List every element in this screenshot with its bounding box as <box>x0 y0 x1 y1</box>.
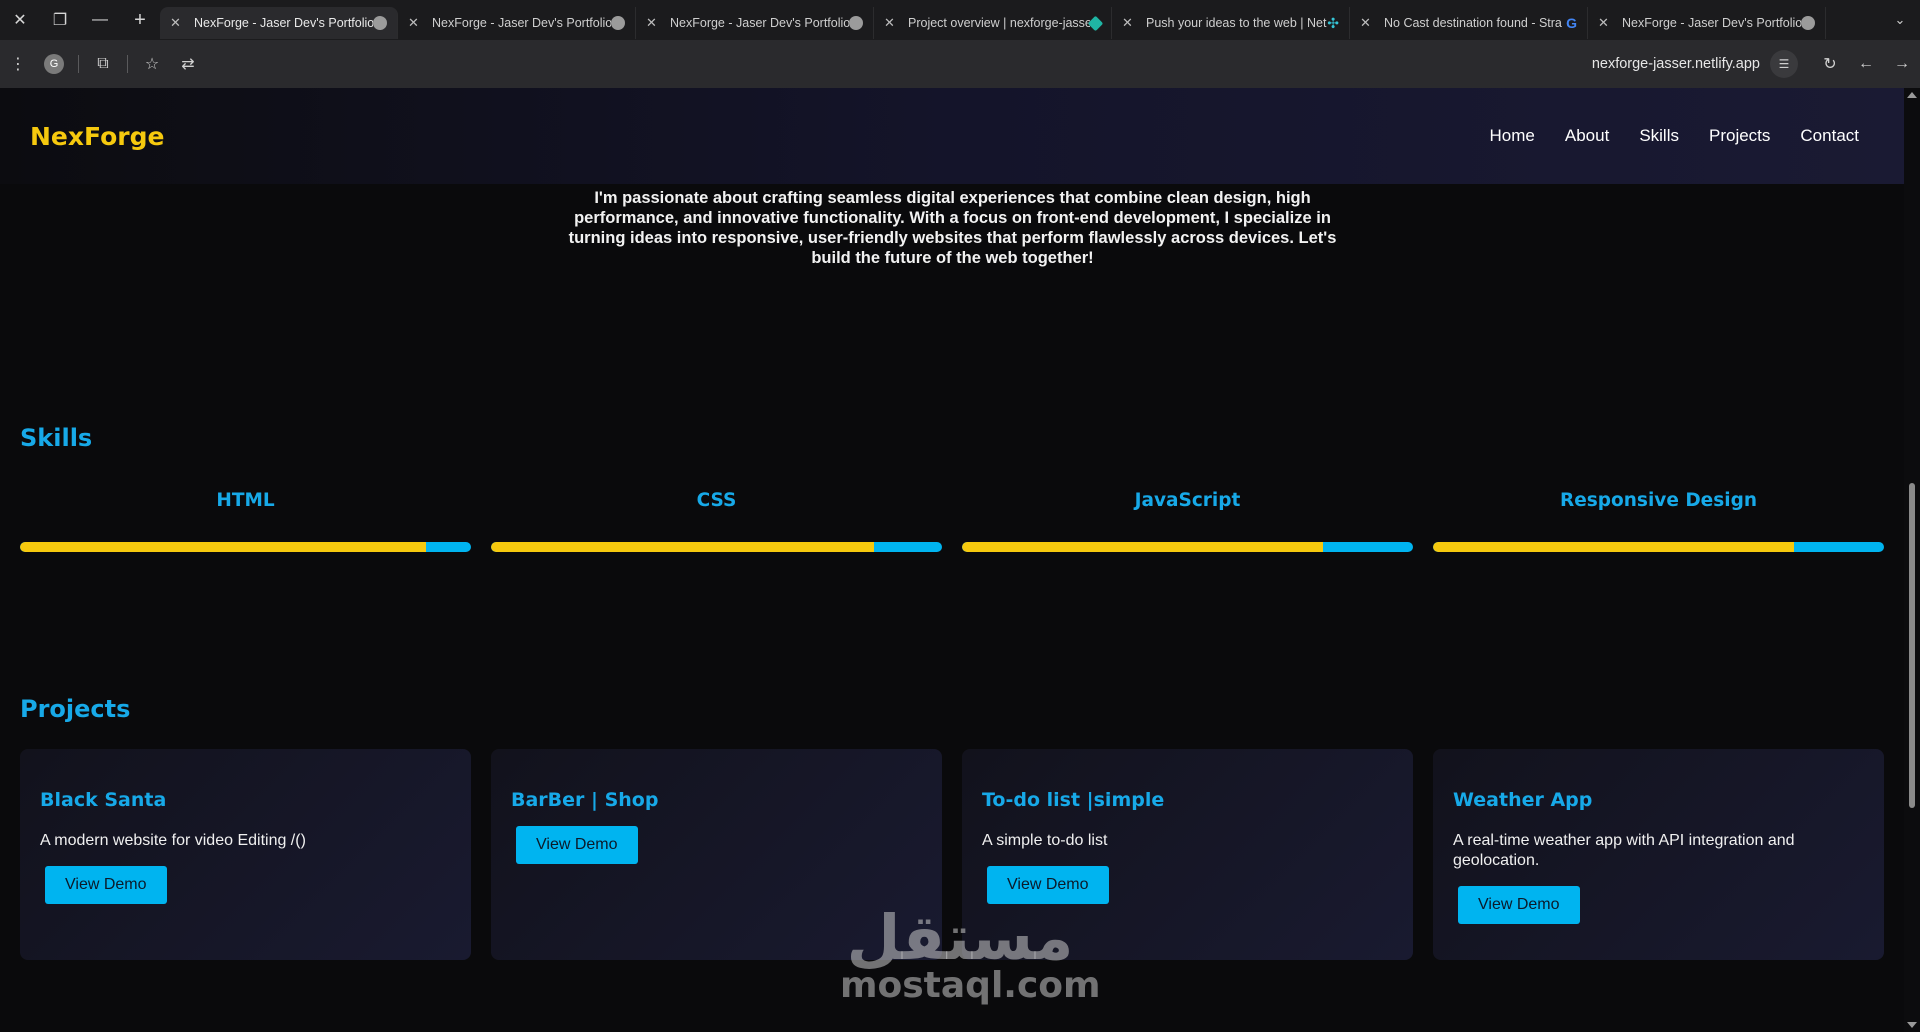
skill-name: CSS <box>696 490 737 511</box>
skill-name: JavaScript <box>1134 490 1241 511</box>
nav-link-home[interactable]: Home <box>1490 126 1535 146</box>
watermark-latin: mostaql.com <box>840 965 1101 1006</box>
skill-name: HTML <box>216 490 275 511</box>
tab-title: NexForge - Jaser Dev's Portfolio <box>194 16 373 30</box>
translate-icon[interactable]: ⇄ <box>170 46 206 82</box>
tab-close-icon[interactable]: ✕ <box>408 15 426 31</box>
netlify-spark-icon: ✣ <box>1327 14 1339 31</box>
view-demo-button[interactable]: View Demo <box>516 826 638 864</box>
view-demo-button[interactable]: View Demo <box>987 866 1109 904</box>
globe-icon <box>373 16 387 30</box>
project-description: A real-time weather app with API integra… <box>1453 832 1795 869</box>
window-minimize-icon[interactable]: — <box>80 0 120 40</box>
new-tab-button[interactable]: + <box>120 0 160 40</box>
about-paragraph: I'm passionate about crafting seamless d… <box>568 189 1337 267</box>
browser-tab[interactable]: ✕ NexForge - Jaser Dev's Portfolio <box>636 7 874 39</box>
globe-icon <box>611 16 625 30</box>
main-nav: Home About Skills Projects Contact <box>1490 126 1859 146</box>
tab-close-icon[interactable]: ✕ <box>1360 15 1378 31</box>
bookmark-star-icon[interactable]: ☆ <box>134 46 170 82</box>
watermark: مستقل mostaql.com <box>840 901 1101 1006</box>
site-header: NexForge Home About Skills Projects Contact <box>0 88 1904 184</box>
tab-search-chevron-icon[interactable]: ⌄ <box>1880 12 1920 28</box>
tab-title: NexForge - Jaser Dev's Portfolio <box>670 16 849 30</box>
tab-title: Project overview | nexforge-jasser <box>908 16 1090 30</box>
project-title: Black Santa <box>40 789 167 811</box>
skills-heading: Skills <box>20 424 93 452</box>
address-bar[interactable]: nexforge-jasser.netlify.app ☰ ↻ ← → <box>1592 46 1920 82</box>
browser-tab[interactable]: ✕ NexForge - Jaser Dev's Portfolio <box>1588 7 1826 39</box>
skill-progress-fill <box>20 542 426 552</box>
browser-tab[interactable]: ✕ No Cast destination found - Stra G <box>1350 7 1588 39</box>
tab-close-icon[interactable]: ✕ <box>1598 15 1616 31</box>
globe-icon <box>1801 16 1815 30</box>
menu-dots-icon[interactable]: ⋮ <box>0 46 36 82</box>
tab-close-icon[interactable]: ✕ <box>170 15 188 31</box>
view-demo-button[interactable]: View Demo <box>1458 886 1580 924</box>
skill-item: JavaScript <box>962 490 1413 552</box>
window-close-icon[interactable]: ✕ <box>0 0 40 40</box>
skill-progress-bar <box>491 542 942 552</box>
tab-close-icon[interactable]: ✕ <box>1122 15 1140 31</box>
skill-item: CSS <box>491 490 942 552</box>
browser-tab-bar: ✕ ❐ — + ✕ NexForge - Jaser Dev's Portfoli… <box>0 0 1920 40</box>
skill-progress-fill <box>962 542 1323 552</box>
page-scrollbar[interactable] <box>1904 88 1920 1032</box>
scroll-up-arrow-icon[interactable] <box>1907 92 1917 98</box>
browser-tab[interactable]: ✕ Project overview | nexforge-jasser <box>874 7 1112 39</box>
skill-item: HTML <box>20 490 471 552</box>
tab-close-icon[interactable]: ✕ <box>884 15 902 31</box>
skill-progress-bar <box>20 542 471 552</box>
scroll-thumb[interactable] <box>1909 483 1915 808</box>
tab-title: Push your ideas to the web | Netlify <box>1146 16 1328 30</box>
browser-tab[interactable]: ✕ NexForge - Jaser Dev's Portfolio <box>398 7 636 39</box>
project-description: A simple to-do list <box>982 832 1108 849</box>
toolbar-divider <box>127 55 128 73</box>
browser-tab[interactable]: ✕ Push your ideas to the web | Netlify ✣ <box>1112 7 1350 39</box>
tab-title: No Cast destination found - Stra <box>1384 16 1562 30</box>
project-title: Weather App <box>1453 789 1593 811</box>
project-card: Black Santa A modern website for video Ed… <box>20 749 471 960</box>
brand-logo[interactable]: NexForge <box>30 122 164 151</box>
skill-progress-bar <box>1433 542 1884 552</box>
reload-icon[interactable]: ↻ <box>1812 46 1848 82</box>
extensions-icon[interactable]: ⧉ <box>85 46 121 82</box>
skill-name: Responsive Design <box>1560 490 1757 511</box>
view-demo-button[interactable]: View Demo <box>45 866 167 904</box>
nav-link-skills[interactable]: Skills <box>1639 126 1679 146</box>
netlify-diamond-icon <box>1087 15 1104 31</box>
globe-icon <box>849 16 863 30</box>
project-title: To-do list |simple <box>982 789 1165 811</box>
tab-close-icon[interactable]: ✕ <box>646 15 664 31</box>
watermark-arabic: مستقل <box>846 901 1074 974</box>
url-text[interactable]: nexforge-jasser.netlify.app <box>1592 56 1760 72</box>
tab-strip: ✕ NexForge - Jaser Dev's Portfolio ✕ NexFor… <box>160 0 1826 40</box>
tab-title: NexForge - Jaser Dev's Portfolio <box>1622 16 1801 30</box>
project-card: Weather App A real-time weather app with … <box>1433 749 1884 960</box>
nav-link-projects[interactable]: Projects <box>1709 126 1770 146</box>
page-viewport: NexForge Home About Skills Projects Contact … <box>0 88 1904 1032</box>
toolbar-divider <box>78 55 79 73</box>
skill-progress-fill <box>491 542 875 552</box>
google-icon: G <box>1566 15 1577 31</box>
nav-link-contact[interactable]: Contact <box>1800 126 1859 146</box>
skill-progress-fill <box>1433 542 1794 552</box>
project-title: BarBer | Shop <box>511 789 659 811</box>
skills-list: HTML CSS JavaScript Responsive Design <box>20 490 1885 552</box>
tab-title: NexForge - Jaser Dev's Portfolio <box>432 16 611 30</box>
site-settings-icon[interactable]: ☰ <box>1770 50 1798 78</box>
avatar: G <box>44 54 64 74</box>
window-restore-icon[interactable]: ❐ <box>40 0 80 40</box>
back-arrow-icon[interactable]: ← <box>1848 46 1884 82</box>
browser-tab[interactable]: ✕ NexForge - Jaser Dev's Portfolio <box>160 7 398 39</box>
scroll-down-arrow-icon[interactable] <box>1907 1022 1917 1028</box>
projects-heading: Projects <box>20 695 131 723</box>
skill-progress-bar <box>962 542 1413 552</box>
profile-button[interactable]: G <box>36 46 72 82</box>
nav-link-about[interactable]: About <box>1565 126 1609 146</box>
browser-toolbar: ⋮ G ⧉ ☆ ⇄ nexforge-jasser.netlify.app ☰ … <box>0 40 1920 88</box>
skill-item: Responsive Design <box>1433 490 1884 552</box>
project-description: A modern website for video Editing /() <box>40 832 306 849</box>
forward-arrow-icon[interactable]: → <box>1884 46 1920 82</box>
